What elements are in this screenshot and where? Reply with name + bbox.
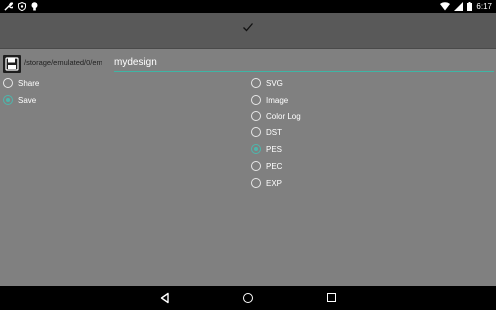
navigation-bar bbox=[0, 286, 496, 310]
floppy-disk-icon[interactable] bbox=[3, 55, 21, 73]
radio-format-exp-label: EXP bbox=[266, 178, 283, 188]
radio-format-dst[interactable]: DST bbox=[251, 127, 282, 137]
signal-icon bbox=[454, 2, 464, 11]
radio-share-label: Share bbox=[18, 78, 40, 88]
radio-format-svg-indicator[interactable] bbox=[251, 78, 261, 88]
shield-icon bbox=[18, 2, 26, 11]
status-bar: 6:17 bbox=[0, 0, 496, 13]
radio-format-svg-label: SVG bbox=[266, 78, 283, 88]
radio-format-pes-indicator[interactable] bbox=[251, 144, 261, 154]
radio-format-svg[interactable]: SVG bbox=[251, 78, 283, 88]
radio-format-image-label: Image bbox=[266, 95, 289, 105]
radio-format-color-log-indicator[interactable] bbox=[251, 111, 261, 121]
radio-format-pec-label: PEC bbox=[266, 161, 283, 171]
radio-format-exp[interactable]: EXP bbox=[251, 178, 282, 188]
radio-format-dst-indicator[interactable] bbox=[251, 127, 261, 137]
radio-save-label: Save bbox=[18, 95, 37, 105]
radio-share[interactable]: Share bbox=[3, 78, 39, 88]
wifi-icon bbox=[440, 2, 451, 11]
status-time: 6:17 bbox=[476, 2, 492, 11]
radio-format-image-indicator[interactable] bbox=[251, 95, 261, 105]
status-right-icons: 6:17 bbox=[440, 1, 492, 12]
radio-format-image[interactable]: Image bbox=[251, 95, 288, 105]
radio-save-indicator[interactable] bbox=[3, 95, 13, 105]
lightbulb-icon bbox=[31, 2, 38, 11]
back-icon[interactable] bbox=[159, 292, 171, 304]
radio-share-indicator[interactable] bbox=[3, 78, 13, 88]
radio-format-pec-indicator[interactable] bbox=[251, 161, 261, 171]
check-icon[interactable] bbox=[241, 20, 255, 34]
radio-format-dst-label: DST bbox=[266, 127, 282, 137]
recents-icon[interactable] bbox=[327, 293, 336, 302]
wrench-icon bbox=[4, 2, 13, 11]
radio-format-color-log[interactable]: Color Log bbox=[251, 111, 301, 121]
radio-format-pes[interactable]: PES bbox=[251, 144, 282, 154]
radio-format-exp-indicator[interactable] bbox=[251, 178, 261, 188]
action-bar bbox=[0, 13, 496, 49]
radio-save[interactable]: Save bbox=[3, 95, 36, 105]
radio-format-color-log-label: Color Log bbox=[266, 111, 301, 121]
radio-format-pes-label: PES bbox=[266, 144, 283, 154]
battery-icon bbox=[467, 2, 473, 11]
home-icon[interactable] bbox=[243, 293, 253, 303]
status-left-icons bbox=[4, 2, 38, 11]
filename-input[interactable] bbox=[114, 56, 494, 72]
radio-format-pec[interactable]: PEC bbox=[251, 161, 282, 171]
storage-path: /storage/emulated/0/embroidery bbox=[24, 58, 102, 67]
